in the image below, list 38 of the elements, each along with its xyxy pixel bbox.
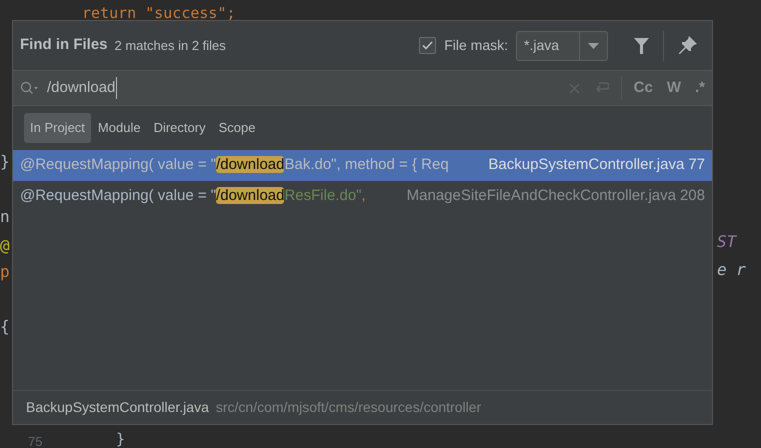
scope-tab[interactable]: In Project — [24, 113, 91, 143]
line-number: 208 — [680, 186, 705, 206]
check-icon — [422, 41, 434, 50]
preview-file-path: src/cn/com/mjsoft/cms/resources/controller — [216, 398, 482, 417]
scope-tab[interactable]: Module — [92, 113, 147, 143]
file-name: BackupSystemController.java — [487, 155, 684, 176]
code-fragment: } — [0, 151, 10, 173]
preview-file-name: BackupSystemController.java — [26, 398, 209, 417]
filter-icon[interactable] — [634, 38, 649, 54]
file-mask-checkbox[interactable] — [419, 37, 436, 54]
code-line: } — [116, 429, 126, 448]
code-fragment: n — [0, 206, 10, 228]
scope-tab[interactable]: Directory — [148, 113, 212, 143]
match-summary: 2 matches in 2 files — [114, 36, 226, 55]
scope-tab[interactable]: Scope — [212, 113, 262, 143]
code-snippet: @RequestMapping( value = "/downloadResFile.do", — [20, 186, 366, 206]
search-option[interactable]: Cc — [634, 76, 653, 100]
search-option[interactable]: W — [666, 76, 681, 100]
line-number: 75 — [28, 433, 42, 448]
pin-icon[interactable] — [678, 36, 697, 55]
file-mask-label: File mask: — [444, 36, 508, 55]
line-number: 77 — [688, 155, 705, 176]
code-fragment: e r — [717, 259, 746, 281]
search-field[interactable]: /download Cc W .* — [13, 71, 712, 106]
code-snippet: @RequestMapping( value = "/downloadBak.do", method = { Req — [20, 155, 449, 176]
caret-icon — [588, 42, 599, 48]
dialog-title: Find in Files — [20, 35, 108, 56]
result-row[interactable]: @RequestMapping( value = "/downloadBak.do", method = { Req BackupSystemController.java 77 — [13, 150, 712, 181]
code-fragment: p — [0, 261, 10, 283]
search-option[interactable]: .* — [694, 76, 705, 100]
code-fragment: { — [0, 316, 10, 338]
search-icon — [20, 81, 39, 95]
result-row[interactable]: @RequestMapping( value = "/downloadResFile.do", ManageSiteFileAndCheckController.java 208 — [13, 181, 712, 212]
code-fragment: @ — [0, 235, 10, 257]
code-line: return "success"; — [82, 3, 236, 24]
file-mask-dropdown[interactable]: *.java — [516, 30, 608, 60]
file-name: ManageSiteFileAndCheckController.java — [406, 186, 676, 206]
code-fragment: ST — [717, 231, 736, 253]
